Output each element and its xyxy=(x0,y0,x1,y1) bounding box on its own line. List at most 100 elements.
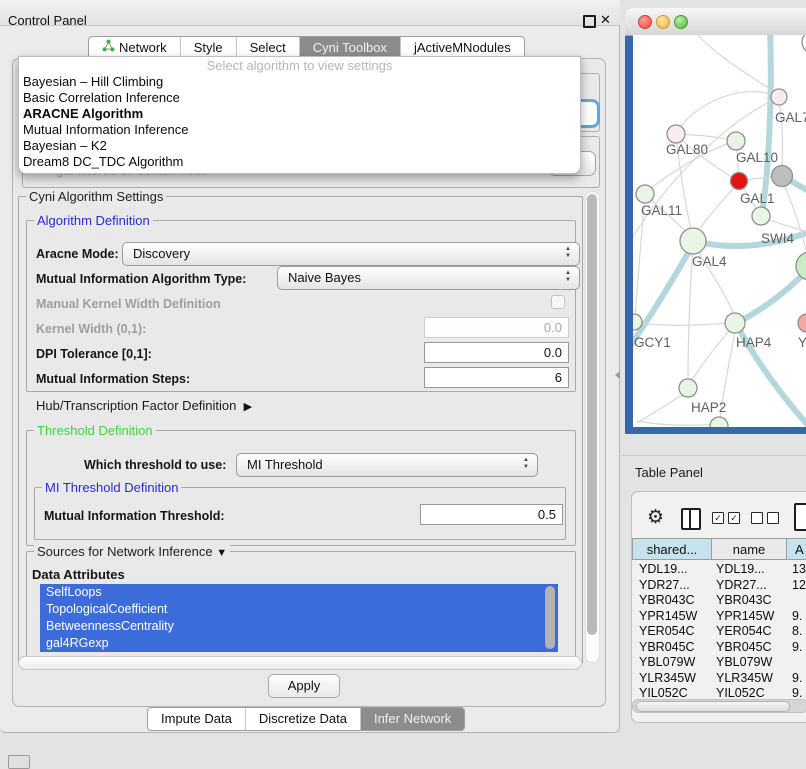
cyni-algorithm-settings-title: Cyni Algorithm Settings xyxy=(26,189,166,204)
column-header-shared-name[interactable]: shared... xyxy=(632,538,712,560)
combo-arrows-icon: ▲▼ xyxy=(522,457,530,471)
dropdown-item-aracne[interactable]: ARACNE Algorithm xyxy=(19,106,580,122)
mi-algorithm-type-label: Mutual Information Algorithm Type: xyxy=(36,272,246,286)
columns-icon[interactable] xyxy=(681,508,701,530)
node-label-hap4: HAP4 xyxy=(736,335,772,350)
network-canvas[interactable]: GAL7 GAL80 GAL10 GAL1 GAL11 SWI4 GAL4 GC… xyxy=(633,35,806,427)
checked-checkbox-icon[interactable]: ✓ xyxy=(728,512,740,524)
node-label-gal80: GAL80 xyxy=(666,142,708,157)
node-hap4 xyxy=(725,313,745,333)
node-partial-bottom xyxy=(710,417,728,427)
table-row[interactable]: YER054CYER054C8. xyxy=(633,624,806,640)
cyni-bottom-tabbar: Impute Data Discretize Data Infer Networ… xyxy=(147,707,465,731)
sources-title[interactable]: Sources for Network Inference ▼ xyxy=(34,544,230,559)
table-row[interactable]: YBR043CYBR043C xyxy=(633,593,806,609)
network-view-window[interactable]: GAL7 GAL80 GAL10 GAL1 GAL11 SWI4 GAL4 GC… xyxy=(625,8,806,434)
column-header-partial[interactable]: A xyxy=(786,538,806,560)
hub-tf-definition-expander[interactable]: Hub/Transcription Factor Definition ▶ xyxy=(36,398,252,413)
network-graph: GAL7 GAL80 GAL10 GAL1 GAL11 SWI4 GAL4 GC… xyxy=(633,35,806,427)
dropdown-item-basic-correlation[interactable]: Basic Correlation Inference xyxy=(19,90,580,106)
node-swi4 xyxy=(752,207,770,225)
list-item-betweennesscentrality[interactable]: BetweennessCentrality xyxy=(40,618,558,635)
expander-arrow-icon: ▶ xyxy=(244,401,252,413)
settings-vertical-scrollbar-thumb[interactable] xyxy=(587,194,597,635)
panel-divider-grip[interactable] xyxy=(615,371,620,379)
combo-arrows-icon: ▲▼ xyxy=(564,270,572,284)
control-panel-title: Control Panel xyxy=(8,13,87,28)
dpi-tolerance-label: DPI Tolerance [0,1]: xyxy=(36,347,152,361)
node-gal11 xyxy=(636,185,654,203)
table-row[interactable]: YBL079WYBL079W xyxy=(633,655,806,671)
network-window-titlebar[interactable] xyxy=(625,8,806,36)
table-row[interactable]: YLR345WYLR345W9. xyxy=(633,671,806,687)
node-salmon xyxy=(798,314,806,332)
mi-threshold-field[interactable]: 0.5 xyxy=(420,504,563,525)
manual-kernel-width-checkbox[interactable] xyxy=(551,295,565,309)
tab-discretize-data[interactable]: Discretize Data xyxy=(245,708,360,730)
apply-button[interactable]: Apply xyxy=(268,674,340,698)
tab-impute-data[interactable]: Impute Data xyxy=(148,708,245,730)
node-hap2 xyxy=(679,379,697,397)
aracne-mode-combobox[interactable]: Discovery ▲▼ xyxy=(122,242,580,266)
close-traffic-light[interactable] xyxy=(638,15,652,29)
node-gray xyxy=(772,166,793,187)
close-icon[interactable]: ✕ xyxy=(600,12,611,28)
node-label-hap2: HAP2 xyxy=(691,400,726,415)
which-threshold-combobox[interactable]: MI Threshold ▲▼ xyxy=(236,453,538,477)
dropdown-item-mutual-information[interactable]: Mutual Information Inference xyxy=(19,122,580,138)
float-window-icon[interactable] xyxy=(583,15,596,28)
column-header-name[interactable]: name xyxy=(711,538,787,560)
kernel-width-label: Kernel Width (0,1): xyxy=(36,322,146,336)
node-label-gal7: GAL7 xyxy=(775,110,806,125)
node-label-y-partial: Y xyxy=(798,335,806,350)
mi-algorithm-type-combobox[interactable]: Naive Bayes ▲▼ xyxy=(277,266,580,290)
dpi-tolerance-field[interactable]: 0.0 xyxy=(424,342,569,363)
node-label-gal10: GAL10 xyxy=(736,150,778,165)
node-gal10 xyxy=(727,132,745,150)
node-table: YDL19...YDL19...13 YDR27...YDR27...12 YB… xyxy=(633,562,806,702)
data-attributes-label: Data Attributes xyxy=(32,567,125,582)
minimize-traffic-light[interactable] xyxy=(656,15,670,29)
combo-arrows-icon: ▲▼ xyxy=(564,246,572,260)
dropdown-item-dream8[interactable]: Dream8 DC_TDC Algorithm xyxy=(19,154,580,170)
node-gal4 xyxy=(680,228,706,254)
node-partial-top xyxy=(802,35,806,53)
aracne-mode-label: Aracne Mode: xyxy=(36,247,119,261)
table-row[interactable]: YDL19...YDL19...13 xyxy=(633,562,806,578)
node-label-gal4: GAL4 xyxy=(692,254,727,269)
bottom-left-partial-icon[interactable] xyxy=(8,755,30,769)
algorithm-definition-title: Algorithm Definition xyxy=(34,213,153,228)
node-label-swi4: SWI4 xyxy=(761,231,794,246)
dropdown-item-bayesian-hill-climbing[interactable]: Bayesian – Hill Climbing xyxy=(19,74,580,90)
list-item-topologicalcoefficient[interactable]: TopologicalCoefficient xyxy=(40,601,558,618)
node-gal80 xyxy=(667,125,685,143)
node-label-gal1: GAL1 xyxy=(740,191,775,206)
table-row[interactable]: YDR27...YDR27...12 xyxy=(633,578,806,594)
table-panel-divider xyxy=(622,455,806,456)
table-row[interactable]: YPR145WYPR145W9. xyxy=(633,609,806,625)
data-attributes-list: SelfLoops TopologicalCoefficient Between… xyxy=(40,584,558,652)
table-panel-title: Table Panel xyxy=(635,465,703,480)
attributes-scrollbar-thumb[interactable] xyxy=(545,586,555,649)
control-panel-titlebar[interactable] xyxy=(0,0,620,26)
checked-checkbox-icon[interactable]: ✓ xyxy=(712,512,724,524)
table-row[interactable]: YBR045CYBR045C9. xyxy=(633,640,806,656)
node-label-gal11: GAL11 xyxy=(641,203,682,218)
manual-kernel-width-label: Manual Kernel Width Definition xyxy=(36,297,221,311)
table-horizontal-scrollbar-thumb[interactable] xyxy=(636,701,790,712)
settings-horizontal-scrollbar[interactable] xyxy=(18,656,582,670)
document-icon-partial[interactable] xyxy=(794,503,806,531)
list-item-selfloops[interactable]: SelfLoops xyxy=(40,584,558,601)
unchecked-checkbox-icon[interactable] xyxy=(751,512,763,524)
list-item-gal4rgexp[interactable]: gal4RGexp xyxy=(40,635,558,652)
mi-threshold-definition-title: MI Threshold Definition xyxy=(42,480,181,495)
unchecked-checkbox-icon[interactable] xyxy=(767,512,779,524)
tab-infer-network[interactable]: Infer Network xyxy=(360,708,464,730)
dropdown-item-bayesian-k2[interactable]: Bayesian – K2 xyxy=(19,138,580,154)
mi-steps-field[interactable]: 6 xyxy=(424,367,569,388)
zoom-traffic-light[interactable] xyxy=(674,15,688,29)
gear-icon[interactable]: ⚙ xyxy=(647,506,664,529)
kernel-width-field[interactable]: 0.0 xyxy=(424,317,569,338)
which-threshold-label: Which threshold to use: xyxy=(84,458,226,472)
node-red-selected xyxy=(731,173,748,190)
